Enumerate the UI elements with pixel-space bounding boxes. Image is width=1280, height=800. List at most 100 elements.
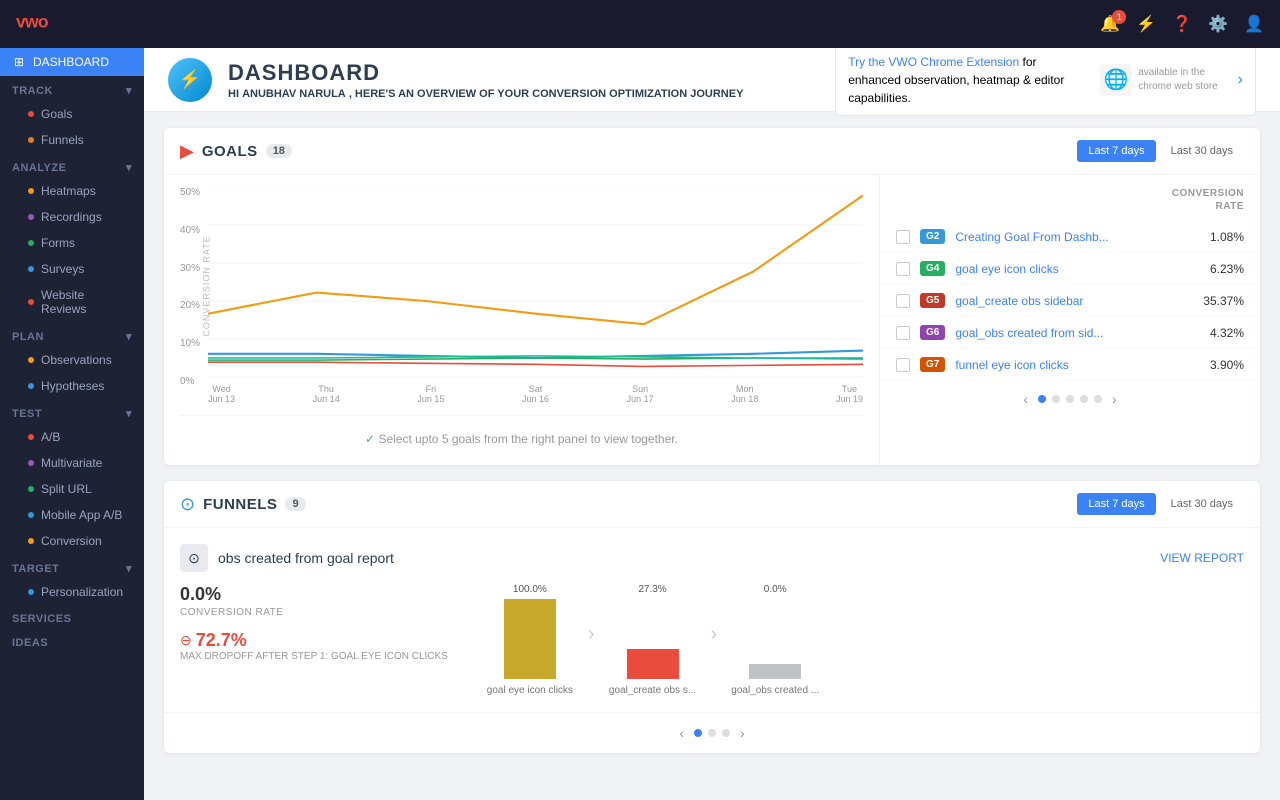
goals-prev[interactable]: ‹ [1019,391,1032,407]
funnel-bar-0 [504,599,556,679]
funnels-tab-7days[interactable]: Last 7 days [1077,493,1155,515]
mobile-ab-dot [28,512,34,518]
goal-row-2[interactable]: G5 goal_create obs sidebar 35.37% [880,285,1260,317]
goal-checkbox-1[interactable] [896,262,910,276]
goal-name-4[interactable]: funnel eye icon clicks [955,358,1200,372]
sidebar-item-multivariate[interactable]: Multivariate [0,450,144,476]
observations-dot [28,357,34,363]
sidebar-item-conversion[interactable]: Conversion [0,528,144,554]
funnels-prev[interactable]: ‹ [675,725,688,741]
sidebar-section-test[interactable]: TEST ▾ [0,399,144,424]
funnels-dot-1[interactable] [708,729,716,737]
goal-checkbox-2[interactable] [896,294,910,308]
x-label-0: WedJun 13 [208,384,235,404]
subtitle-text: , HERE'S AN OVERVIEW OF YOUR CONVERSION … [349,88,744,100]
goals-tab-30days[interactable]: Last 30 days [1160,140,1244,162]
split-url-dot [28,486,34,492]
heatmaps-label: Heatmaps [41,184,96,198]
funnel-metrics: 0.0% CONVERSION RATE ⊖ 72.7% MAX DROPOFF… [180,584,448,662]
goals-dot-3[interactable] [1080,395,1088,403]
funnels-date-tabs: Last 7 days Last 30 days [1077,493,1244,515]
ab-dot [28,434,34,440]
sidebar-section-plan[interactable]: PLAN ▾ [0,322,144,347]
sidebar-item-mobile-app-ab[interactable]: Mobile App A/B [0,502,144,528]
goals-dot-0[interactable] [1038,395,1046,403]
sidebar-item-personalization[interactable]: Personalization [0,579,144,605]
x-label-5: MonJun 18 [731,384,758,404]
goal-name-1[interactable]: goal eye icon clicks [955,262,1200,276]
goal-row-1[interactable]: G4 goal eye icon clicks 6.23% [880,253,1260,285]
goals-title-group: ▶ GOALS 18 [180,141,292,162]
pulse-icon[interactable]: ⚡ [1136,14,1156,34]
goals-widget-title: GOALS [202,143,258,160]
x-label-4: SunJun 17 [627,384,654,404]
goal-checkbox-0[interactable] [896,230,910,244]
goals-date-tabs: Last 7 days Last 30 days [1077,140,1244,162]
recordings-dot [28,214,34,220]
goal-row-0[interactable]: G2 Creating Goal From Dashb... 1.08% [880,221,1260,253]
chrome-icon: 🌐 [1100,64,1132,96]
sidebar-item-ab[interactable]: A/B [0,424,144,450]
sidebar-section-track[interactable]: TRACK ▾ [0,76,144,101]
funnels-tab-30days[interactable]: Last 30 days [1160,493,1244,515]
sidebar-section-services[interactable]: SERVICES [0,605,144,629]
sidebar-section-analyze[interactable]: ANALYZE ▾ [0,153,144,178]
funnels-widget-icon: ⊙ [180,494,195,515]
goal-checkbox-4[interactable] [896,358,910,372]
goals-next[interactable]: › [1108,391,1121,407]
funnels-dot-2[interactable] [722,729,730,737]
svg-text:vwo: vwo [16,11,49,31]
goal-name-3[interactable]: goal_obs created from sid... [955,326,1200,340]
funnel-name: obs created from goal report [218,550,394,566]
goals-tab-7days[interactable]: Last 7 days [1077,140,1155,162]
sidebar-item-split-url[interactable]: Split URL [0,476,144,502]
bar-label-1: goal_create obs s... [609,685,696,696]
sidebar-item-goals[interactable]: Goals [0,101,144,127]
goals-dot-1[interactable] [1052,395,1060,403]
page-header: ⚡ DASHBOARD HI ANUBHAV NARULA , HERE'S A… [144,48,1280,112]
funnel-name-group: ⊙ obs created from goal report [180,544,394,572]
page-header-left: ⚡ DASHBOARD HI ANUBHAV NARULA , HERE'S A… [168,58,743,102]
goals-dot-2[interactable] [1066,395,1074,403]
sidebar-item-observations[interactable]: Observations [0,347,144,373]
conversion-label: Conversion [41,534,102,548]
sidebar-item-surveys[interactable]: Surveys [0,256,144,282]
bar-pct-1: 27.3% [638,584,666,595]
view-report-link[interactable]: VIEW REPORT [1160,551,1244,565]
sidebar-section-target[interactable]: TARGET ▾ [0,554,144,579]
settings-icon[interactable]: ⚙️ [1208,14,1228,34]
page-header-text: DASHBOARD HI ANUBHAV NARULA , HERE'S AN … [228,60,743,100]
goal-name-2[interactable]: goal_create obs sidebar [955,294,1193,308]
sidebar-item-website-reviews[interactable]: Website Reviews [0,282,144,322]
banner-link[interactable]: Try the VWO Chrome Extension [848,55,1019,69]
sidebar-item-forms[interactable]: Forms [0,230,144,256]
sidebar-dashboard-label: DASHBOARD [33,55,109,69]
goal-badge-1: G4 [920,261,945,276]
help-icon[interactable]: ❓ [1172,14,1192,34]
goal-checkbox-3[interactable] [896,326,910,340]
funnels-next[interactable]: › [736,725,749,741]
sidebar-item-recordings[interactable]: Recordings [0,204,144,230]
notification-icon[interactable]: 🔔1 [1100,14,1120,34]
page-header-icon: ⚡ [168,58,212,102]
sidebar-item-hypotheses[interactable]: Hypotheses [0,373,144,399]
goal-name-0[interactable]: Creating Goal From Dashb... [955,230,1200,244]
goals-dot-4[interactable] [1094,395,1102,403]
analyze-label: ANALYZE [12,162,66,174]
user-icon[interactable]: 👤 [1244,14,1264,34]
goal-row-4[interactable]: G7 funnel eye icon clicks 3.90% [880,349,1260,381]
sidebar-item-heatmaps[interactable]: Heatmaps [0,178,144,204]
goals-count: 18 [266,144,292,158]
sidebar-item-funnels[interactable]: Funnels [0,127,144,153]
hypotheses-label: Hypotheses [41,379,104,393]
banner-arrow[interactable]: › [1238,71,1243,89]
personalization-label: Personalization [41,585,123,599]
sidebar-section-ideas[interactable]: IDEAS [0,629,144,653]
funnels-label: Funnels [41,133,84,147]
sidebar-item-dashboard[interactable]: ⊞ DASHBOARD [0,48,144,76]
recordings-label: Recordings [41,210,102,224]
vwo-logo[interactable]: vwo [16,9,56,39]
goal-row-3[interactable]: G6 goal_obs created from sid... 4.32% [880,317,1260,349]
funnels-dot-0[interactable] [694,729,702,737]
app-body: ⊞ DASHBOARD TRACK ▾ Goals Funnels ANALYZ… [0,48,1280,800]
